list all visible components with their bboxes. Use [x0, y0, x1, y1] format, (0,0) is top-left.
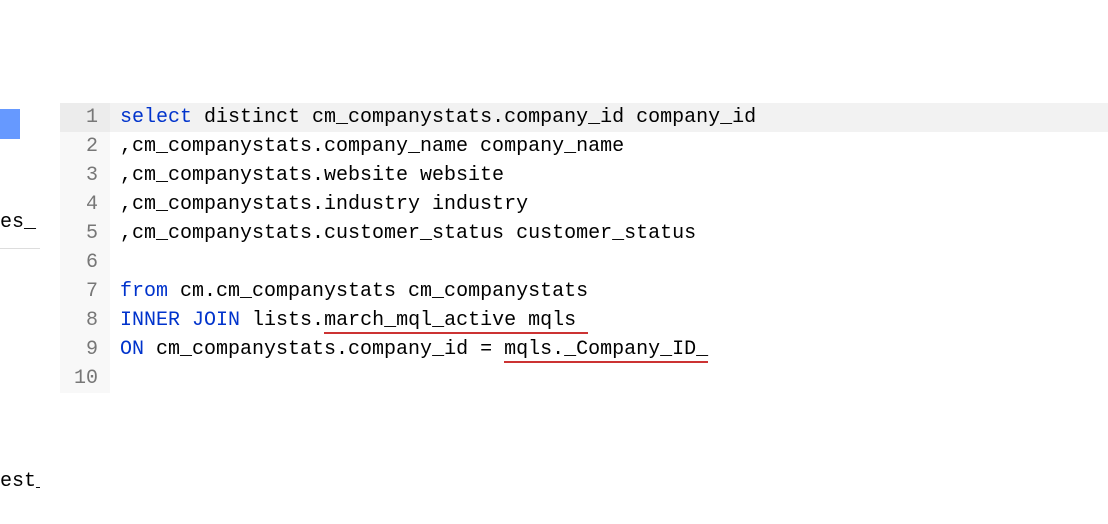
keyword-token: ON: [120, 338, 144, 361]
text-token: ,cm_companystats.website website: [120, 164, 504, 187]
line-number: 8: [60, 306, 110, 335]
text-token: distinct cm_companystats.company_id comp…: [192, 106, 756, 129]
sidebar-item-truncated-2[interactable]: est_: [0, 470, 40, 493]
code-line[interactable]: 6: [60, 248, 1108, 277]
code-content[interactable]: from cm.cm_companystats cm_companystats: [110, 277, 588, 306]
error-token: mqls._Company_ID_: [504, 338, 708, 363]
code-content[interactable]: ,cm_companystats.company_name company_na…: [110, 132, 624, 161]
keyword-token: INNER: [120, 309, 180, 332]
keyword-token: JOIN: [192, 309, 240, 332]
code-line[interactable]: 5 ,cm_companystats.customer_status custom…: [60, 219, 1108, 248]
error-token: march_mql_active mqls: [324, 309, 588, 334]
line-number: 3: [60, 161, 110, 190]
text-token: [180, 309, 192, 332]
code-content[interactable]: ,cm_companystats.customer_status custome…: [110, 219, 696, 248]
code-line[interactable]: 7from cm.cm_companystats cm_companystats: [60, 277, 1108, 306]
line-number: 9: [60, 335, 110, 364]
code-content[interactable]: INNER JOIN lists.march_mql_active mqls: [110, 306, 588, 335]
code-line[interactable]: 3 ,cm_companystats.website website: [60, 161, 1108, 190]
code-line[interactable]: 2 ,cm_companystats.company_name company_n…: [60, 132, 1108, 161]
sidebar-item-truncated-1[interactable]: es_: [0, 199, 40, 249]
text-token: cm.cm_companystats cm_companystats: [168, 280, 588, 303]
line-number: 4: [60, 190, 110, 219]
line-number: 1: [60, 103, 110, 132]
text-token: lists.: [240, 309, 324, 332]
line-number: 6: [60, 248, 110, 277]
code-content[interactable]: ON cm_companystats.company_id = mqls._Co…: [110, 335, 708, 364]
code-line[interactable]: 8INNER JOIN lists.march_mql_active mqls: [60, 306, 1108, 335]
left-panel: es_ est_: [0, 0, 55, 524]
keyword-token: from: [120, 280, 168, 303]
code-line[interactable]: 9ON cm_companystats.company_id = mqls._C…: [60, 335, 1108, 364]
keyword-token: select: [120, 106, 192, 129]
code-line[interactable]: 4 ,cm_companystats.industry industry: [60, 190, 1108, 219]
text-token: ,cm_companystats.customer_status custome…: [120, 222, 696, 245]
code-editor[interactable]: 1select distinct cm_companystats.company…: [60, 103, 1108, 393]
text-token: ,cm_companystats.company_name company_na…: [120, 135, 624, 158]
code-content[interactable]: select distinct cm_companystats.company_…: [110, 103, 756, 132]
text-token: ,cm_companystats.industry industry: [120, 193, 528, 216]
line-number: 5: [60, 219, 110, 248]
text-token: cm_companystats.company_id =: [144, 338, 504, 361]
line-number: 7: [60, 277, 110, 306]
code-content[interactable]: ,cm_companystats.website website: [110, 161, 504, 190]
code-line[interactable]: 10: [60, 364, 1108, 393]
line-number: 2: [60, 132, 110, 161]
code-line[interactable]: 1select distinct cm_companystats.company…: [60, 103, 1108, 132]
code-content[interactable]: ,cm_companystats.industry industry: [110, 190, 528, 219]
active-tab-indicator[interactable]: [0, 109, 20, 139]
line-number: 10: [60, 364, 110, 393]
